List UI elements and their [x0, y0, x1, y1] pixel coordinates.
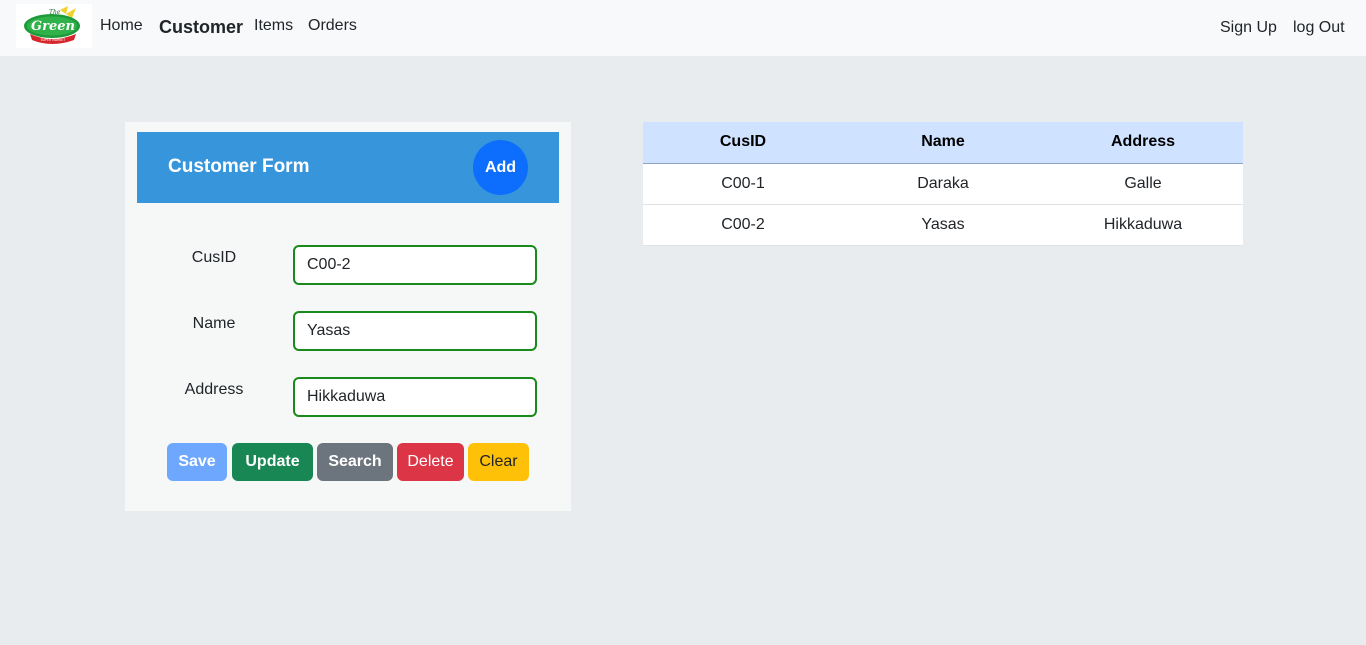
header-address: Address [1043, 122, 1243, 164]
navbar: The Green SUPER MARKET Home Customer Ite… [0, 0, 1366, 56]
nav-log-out-link[interactable]: log Out [1293, 19, 1345, 37]
save-button[interactable]: Save [167, 443, 227, 481]
delete-button[interactable]: Delete [397, 443, 464, 481]
header-cusid: CusID [643, 122, 843, 164]
nav-orders-link[interactable]: Orders [308, 17, 357, 35]
nav-items-link[interactable]: Items [254, 17, 293, 35]
logo-text-top: The [49, 9, 61, 16]
table-row[interactable]: C00-1 Daraka Galle [643, 163, 1243, 205]
name-label: Name [192, 315, 236, 332]
cell-name: Yasas [843, 204, 1043, 246]
nav-customer-link[interactable]: Customer [159, 17, 243, 38]
brand-logo[interactable]: The Green SUPER MARKET [16, 4, 92, 48]
cell-address: Hikkaduwa [1043, 204, 1243, 246]
address-label: Address [184, 381, 244, 398]
clear-button[interactable]: Clear [468, 443, 529, 481]
search-button[interactable]: Search [317, 443, 393, 481]
address-input[interactable] [293, 377, 537, 417]
cell-cusid: C00-1 [643, 163, 843, 205]
header-name: Name [843, 122, 1043, 164]
update-button[interactable]: Update [232, 443, 313, 481]
cell-name: Daraka [843, 163, 1043, 205]
cell-address: Galle [1043, 163, 1243, 205]
customer-table-container: CusID Name Address C00-1 Daraka Galle C0… [643, 122, 1243, 246]
customer-table: CusID Name Address C00-1 Daraka Galle C0… [643, 122, 1243, 246]
table-header-row: CusID Name Address [643, 122, 1243, 164]
nav-sign-up-link[interactable]: Sign Up [1220, 19, 1277, 37]
nav-home-link[interactable]: Home [100, 17, 143, 35]
customer-form-card: Customer Form Add CusID Name Address Sav… [125, 122, 571, 511]
logo-text-sub: SUPER MARKET [41, 38, 66, 42]
form-header: Customer Form Add [137, 132, 559, 203]
cusid-label: CusID [191, 249, 237, 266]
logo-text-main: Green [31, 19, 75, 34]
name-input[interactable] [293, 311, 537, 351]
add-button[interactable]: Add [473, 140, 528, 195]
cell-cusid: C00-2 [643, 204, 843, 246]
cusid-input[interactable] [293, 245, 537, 285]
form-title: Customer Form [168, 156, 310, 177]
table-row[interactable]: C00-2 Yasas Hikkaduwa [643, 204, 1243, 246]
